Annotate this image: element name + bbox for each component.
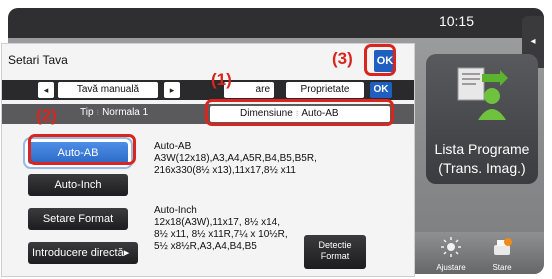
arrow-right-icon: ▸ (123, 247, 130, 259)
direct-entry-label: Introducere directă (32, 247, 124, 259)
separator: ⁝ (96, 108, 100, 117)
callout-auto-ab (28, 134, 136, 165)
next-tray-button[interactable]: ▸ (164, 82, 180, 98)
detect-format-button[interactable]: Detectie Format (304, 235, 366, 269)
status-icon[interactable] (491, 236, 513, 258)
callout-number-three: (3) (332, 49, 353, 68)
prev-tray-button[interactable]: ◂ (38, 82, 54, 98)
tab-property[interactable]: Proprietate (286, 82, 364, 98)
detect-label-line2: Format (320, 251, 350, 261)
direct-entry-button[interactable]: Introducere directă▸ (28, 242, 138, 264)
tab-ok-button[interactable]: OK (370, 82, 392, 98)
status-label[interactable]: Stare (472, 263, 532, 272)
callout-size-field (205, 99, 394, 126)
auto-inch-button[interactable]: Auto-Inch (28, 174, 128, 196)
auto-inch-desc-line: 5½ x8½R,A3,A4,B4,B5 (154, 241, 257, 252)
detect-label-line1: Detectie (318, 240, 352, 250)
callout-number-one: (1) (211, 70, 232, 89)
tile-label-line1: Lista Programe (434, 141, 530, 157)
tray-tab-manual[interactable]: Tavă manuală (58, 82, 158, 98)
auto-inch-desc-line: 8½ x11, 8½ x11R,7¼ x 10½R, (154, 229, 288, 240)
tray-tab-bar: ◂ Tavă manuală ▸ are Proprietate OK (2, 80, 414, 100)
set-format-button[interactable]: Setare Format (28, 208, 128, 230)
status-bar: 10:15 (8, 8, 544, 38)
document-transfer-icon (457, 67, 508, 120)
program-list-tile[interactable]: Lista Programe (Trans. Imag.) (426, 54, 538, 184)
type-info: Tip ⁝ Normala 1 (80, 107, 148, 118)
brightness-icon[interactable] (440, 236, 462, 258)
type-label: Tip (80, 107, 94, 118)
dialog-title: Setari Tava (8, 53, 68, 67)
auto-inch-desc-title: Auto-Inch (154, 205, 197, 216)
clock: 10:15 (438, 13, 474, 29)
tile-label-line2: (Trans. Imag.) (438, 160, 526, 176)
auto-ab-desc-line: A3W(12x18),A3,A4,A5R,B4,B5,B5R, (154, 153, 317, 164)
screenshot-frame: 10:15 ◂ Lista Programe (Trans. Imag.) ..… (0, 0, 552, 279)
type-value: Normala 1 (102, 107, 149, 118)
auto-inch-desc-line: 12x18(A3W),11x17, 8½ x14, (154, 217, 280, 228)
auto-ab-desc-line: 216x330(8½ x13),11x17,8½ x11 (154, 165, 296, 176)
callout-ok (364, 44, 396, 76)
auto-ab-desc-title: Auto-AB (154, 141, 192, 152)
callout-number-two: (2) (36, 106, 57, 125)
